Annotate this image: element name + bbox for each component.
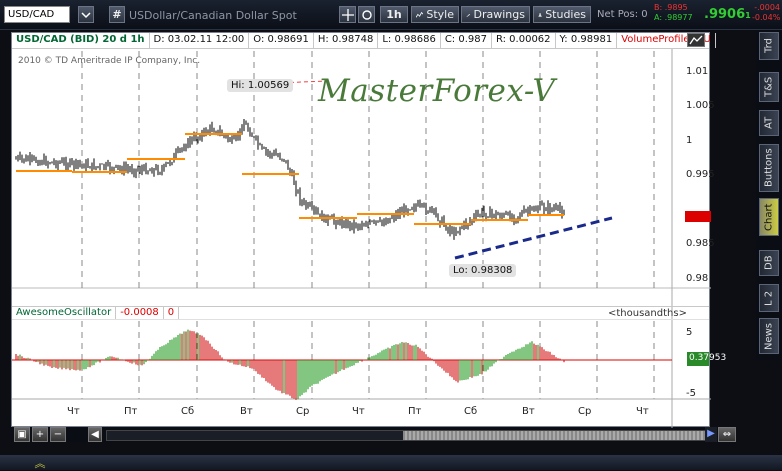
oscillator-header: AwesomeOscillator -0.0008 0 [12,306,709,320]
chart-panel: USD/CAD (BID) 20 d 1h D: 03.02.11 12:00 … [11,32,726,428]
studies-label: Studies [545,8,586,21]
x-label: Пт [408,406,422,417]
net-position: Net Pos: 0 [597,9,648,20]
watermark: MasterForex-V [318,73,556,109]
drawings-label: Drawings [473,8,525,21]
low-label: Lo: 0.98308 [449,264,517,277]
ask-label: A: [654,13,663,22]
drawings-button[interactable]: Drawings [461,6,530,23]
last-price: .99061 [704,7,751,22]
arrow-right-icon: ▶ [707,428,715,439]
symbol-description: USDollar/Canadian Dollar Spot [129,9,297,22]
crosshair-icon [341,8,354,21]
tab-chart[interactable]: Chart [759,198,779,236]
trend-line [454,216,613,260]
y-tick: 1.01 [686,66,709,77]
top-toolbar: USD/CAD # USDollar/Canadian Dollar Spot … [0,0,782,30]
pencil-icon [466,13,471,17]
x-label: Чт [352,406,365,417]
chart-line-icon [416,11,424,18]
price-change: -.0004 -0.04% [752,3,780,23]
x-label: Ср [296,406,310,417]
wrench-icon [361,9,372,20]
expand-icon: ⇔ [722,429,732,440]
hash-icon: # [112,8,122,21]
tab-trd[interactable]: Trd [759,32,779,60]
status-bar: ︽ [0,455,782,470]
tab-l2[interactable]: L 2 [759,284,779,312]
scroll-thumb[interactable] [403,431,707,440]
fit-icon: ▣ [17,429,27,440]
oscillator-current: 0.37953 [687,352,726,366]
change-abs: -.0004 [754,3,780,12]
oscillator-zero: 0 [164,307,180,319]
x-label: Чт [636,406,649,417]
x-label: Вт [522,406,535,417]
time-scrollbar[interactable] [106,430,707,441]
oscillator-value: -0.0008 [116,307,164,319]
tab-news[interactable]: News [759,318,779,354]
scroll-left-button[interactable]: ◀ [88,427,102,442]
zoom-fit-button[interactable]: ▣ [14,427,30,442]
bid-ask: B: .9895 A: .98977 [654,3,693,23]
bid-label: B: [654,3,663,12]
x-label: Пт [124,406,138,417]
zoom-out-button[interactable]: − [50,427,66,442]
arrow-left-icon: ◀ [91,429,99,440]
x-label: Сб [181,406,195,417]
collapse-button[interactable]: ︽ [32,455,48,470]
x-label: Сб [464,406,478,417]
tab-ts[interactable]: T&S [759,72,779,102]
last-price-main: .9906 [704,7,746,22]
zoom-out-icon: − [53,429,63,440]
style-button[interactable]: Style [411,6,459,23]
zoom-in-button[interactable]: + [32,427,48,442]
style-label: Style [426,8,454,21]
zoom-in-icon: + [35,429,45,440]
flask-icon [538,12,542,17]
expand-button[interactable]: ⇔ [718,427,736,442]
period-button[interactable]: 1h [380,6,408,23]
copyright: 2010 © TD Ameritrade IP Company, Inc. [18,56,201,66]
oscillator-units: <thousandths> [608,308,687,319]
oscillator-name: AwesomeOscillator [12,307,117,319]
studies-button[interactable]: Studies [533,6,591,23]
y-tick: 0.98 [686,273,709,284]
chevron-up-icon: ︽ [34,457,46,470]
x-label: Вт [240,406,253,417]
chevron-down-icon [81,11,91,18]
change-pct: -0.04% [752,13,781,22]
crosshair-button[interactable] [339,6,356,23]
x-label: Ср [578,406,592,417]
tab-buttons[interactable]: Buttons [759,144,779,192]
osc-tick: -5 [686,388,696,399]
last-price-small: 1 [745,11,751,20]
right-tab-strip: Trd T&S AT Buttons Chart DB L 2 News [756,30,782,360]
grid-button[interactable]: # [109,6,125,23]
y-tick: 0.985 [686,238,715,249]
current-price-marker [685,211,711,222]
settings-button[interactable] [358,6,375,23]
tab-at[interactable]: AT [759,110,779,136]
tab-db[interactable]: DB [759,250,779,276]
symbol-input[interactable]: USD/CAD [4,6,70,23]
y-tick: 0.995 [686,169,715,180]
bid-value: .9895 [664,3,688,12]
x-label: Чт [67,406,80,417]
y-tick: 1 [686,135,693,146]
scroll-right-button[interactable]: ▶ [705,427,717,442]
symbol-dropdown-button[interactable] [78,6,94,23]
high-label: Hi: 1.00569 [227,79,294,92]
ask-value: .98977 [664,13,693,22]
y-tick: 1.005 [686,100,715,111]
osc-tick: 5 [686,327,693,338]
